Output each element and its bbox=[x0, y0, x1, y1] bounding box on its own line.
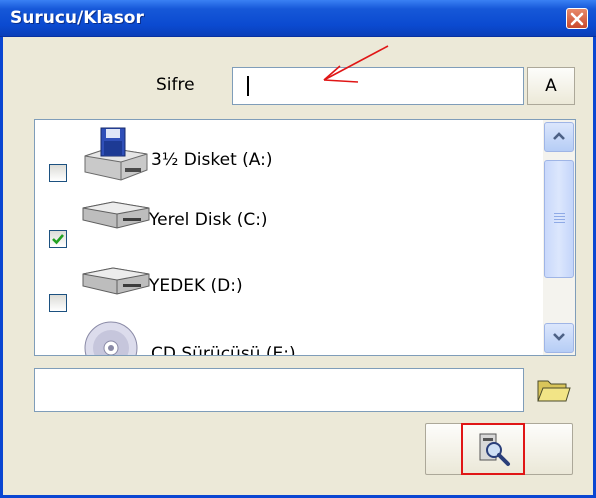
scroll-down-button[interactable] bbox=[544, 323, 574, 353]
hard-disk-icon bbox=[82, 201, 150, 229]
list-item[interactable]: YEDEK (D:) bbox=[35, 248, 540, 312]
drive-label: CD Sürücüsü (E:) bbox=[151, 344, 296, 356]
hard-disk-icon bbox=[82, 267, 150, 295]
drive-checkbox[interactable] bbox=[49, 164, 67, 182]
floppy-drive-icon bbox=[84, 127, 148, 181]
checkmark-icon bbox=[52, 234, 64, 245]
grip-line bbox=[554, 213, 565, 214]
scroll-up-button[interactable] bbox=[544, 122, 574, 152]
window-title: Surucu/Klasor bbox=[10, 8, 144, 28]
vertical-scrollbar[interactable] bbox=[543, 120, 575, 355]
folder-icon bbox=[537, 380, 571, 402]
cd-drive-icon bbox=[84, 321, 138, 355]
text-caret bbox=[247, 76, 249, 96]
list-item[interactable]: 3½ Disket (A:) bbox=[35, 120, 540, 182]
grip-line bbox=[554, 216, 565, 217]
grip-line bbox=[554, 219, 565, 220]
drive-label: 3½ Disket (A:) bbox=[151, 150, 273, 170]
drive-folder-dialog: Surucu/Klasor Sifre A 3½ Disket (A:) Yer… bbox=[0, 0, 596, 498]
drive-list[interactable]: 3½ Disket (A:) Yerel Disk (C:) YEDEK (D:… bbox=[34, 119, 576, 356]
list-item[interactable]: Yerel Disk (C:) bbox=[35, 184, 540, 248]
grip-line bbox=[554, 222, 565, 223]
title-bar[interactable]: Surucu/Klasor bbox=[0, 0, 596, 37]
drive-checkbox[interactable] bbox=[49, 230, 67, 248]
password-label: Sifre bbox=[156, 75, 195, 95]
search-icon bbox=[479, 433, 510, 466]
show-password-button[interactable]: A bbox=[527, 67, 575, 105]
browse-folder-button[interactable] bbox=[532, 373, 572, 405]
scroll-thumb[interactable] bbox=[544, 160, 574, 278]
list-item[interactable]: CD Sürücüsü (E:) bbox=[35, 312, 540, 356]
red-arrow-annotation bbox=[323, 45, 389, 83]
drive-checkbox[interactable] bbox=[49, 294, 67, 312]
chevron-up-icon bbox=[553, 132, 565, 140]
close-button[interactable] bbox=[566, 8, 588, 29]
chevron-down-icon bbox=[553, 333, 565, 341]
path-input[interactable] bbox=[34, 368, 524, 412]
drive-label: YEDEK (D:) bbox=[149, 276, 243, 296]
drive-label: Yerel Disk (C:) bbox=[149, 210, 268, 230]
